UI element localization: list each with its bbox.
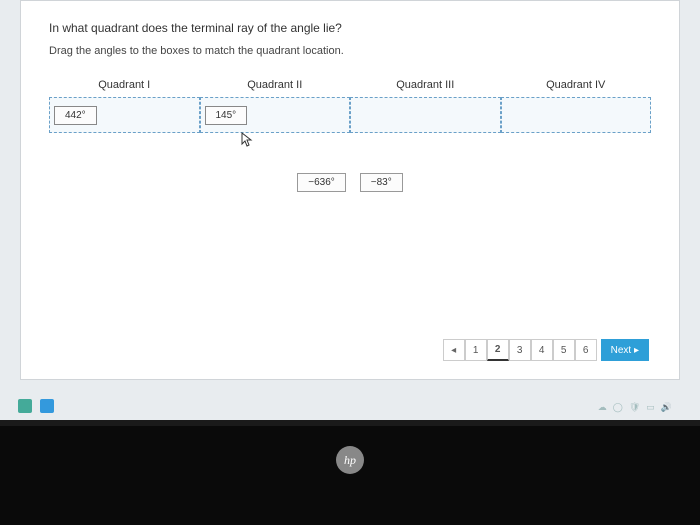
tray-icon-shield[interactable]: 🛡: [629, 402, 640, 413]
quadrant-1-label: Quadrant I: [98, 79, 150, 91]
quadrant-4-label: Quadrant IV: [546, 79, 605, 91]
angle-tile-442[interactable]: 442°: [54, 106, 97, 125]
quadrant-3-col: Quadrant III: [350, 79, 501, 133]
angle-tile-neg636[interactable]: −636°: [297, 173, 346, 192]
laptop-bezel: hp: [0, 420, 700, 525]
hp-logo: hp: [336, 446, 364, 474]
quadrant-4-dropzone[interactable]: [501, 97, 652, 133]
pager-next-button[interactable]: Next ▸: [601, 339, 649, 361]
quadrant-3-dropzone[interactable]: [350, 97, 501, 133]
pager-page-2[interactable]: 2: [487, 339, 509, 361]
cursor-icon: [241, 132, 253, 151]
pager-page-5[interactable]: 5: [553, 339, 575, 361]
pager-page-3[interactable]: 3: [509, 339, 531, 361]
quadrant-2-dropzone[interactable]: 145°: [200, 97, 351, 133]
tray-icon-circle[interactable]: ◯: [613, 402, 623, 413]
quadrant-1-col: Quadrant I 442°: [49, 79, 200, 133]
question-text: In what quadrant does the terminal ray o…: [49, 21, 651, 35]
exercise-panel: In what quadrant does the terminal ray o…: [20, 0, 680, 380]
taskbar-icon-1[interactable]: [18, 399, 32, 413]
system-tray: ☁ ◯ 🛡 ▭ 🔊: [598, 402, 672, 413]
quadrant-3-label: Quadrant III: [396, 79, 454, 91]
quadrant-4-col: Quadrant IV: [501, 79, 652, 133]
tray-icon-sound[interactable]: 🔊: [661, 402, 672, 413]
pager-page-1[interactable]: 1: [465, 339, 487, 361]
pager-page-4[interactable]: 4: [531, 339, 553, 361]
angle-pool: −636° −83°: [49, 173, 651, 192]
quadrant-2-col: Quadrant II 145°: [200, 79, 351, 133]
pagination: ◂ 1 2 3 4 5 6 Next ▸: [443, 339, 649, 361]
taskbar-left: [18, 399, 54, 413]
angle-tile-neg83[interactable]: −83°: [360, 173, 403, 192]
quadrant-2-label: Quadrant II: [247, 79, 302, 91]
taskbar-icon-2[interactable]: [40, 399, 54, 413]
pager-prev-button[interactable]: ◂: [443, 339, 465, 361]
angle-tile-145[interactable]: 145°: [205, 106, 248, 125]
quadrant-1-dropzone[interactable]: 442°: [49, 97, 200, 133]
tray-icon-battery[interactable]: ▭: [646, 402, 655, 413]
instruction-text: Drag the angles to the boxes to match th…: [49, 45, 651, 57]
tray-icon-cloud[interactable]: ☁: [598, 402, 607, 413]
pager-page-6[interactable]: 6: [575, 339, 597, 361]
quadrant-row: Quadrant I 442° Quadrant II 145° Quadran…: [49, 79, 651, 133]
